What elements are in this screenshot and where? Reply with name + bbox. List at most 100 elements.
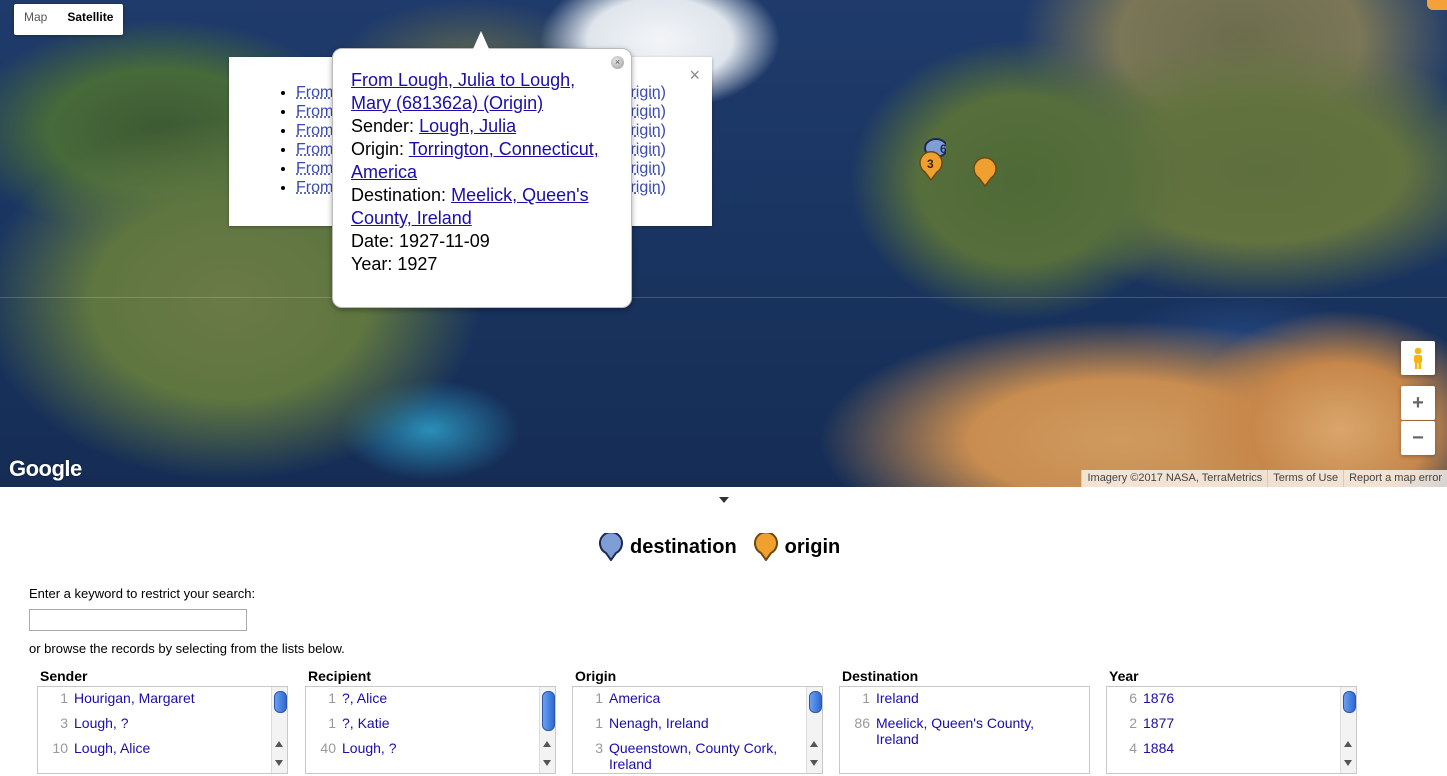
facet-sender: Sender 1 Hourigan, Margaret 3 Lough, ? 10 L… [37,668,288,774]
record-detail-popup: × From Lough, Julia to Lough, Mary (6813… [332,31,632,308]
scroll-down-icon[interactable] [275,760,283,766]
facet-item[interactable]: 1 ?, Katie [306,712,555,737]
scroll-up-icon[interactable] [275,741,283,747]
facet-count: 6 [1129,690,1137,706]
facet-origin: Origin 1 America 1 Nenagh, Ireland 3 Queens… [572,668,823,774]
list-item-link-tail[interactable]: rigin) [630,102,666,121]
facet-item[interactable]: 1 Ireland [840,687,1089,712]
list-item-link-tail[interactable]: rigin) [630,159,666,178]
close-icon[interactable]: × [611,56,624,69]
facet-value[interactable]: Queenstown, County Cork, Ireland [609,740,799,772]
facet-count: 1 [60,690,68,706]
list-item-link[interactable]: From [296,102,333,121]
zoom-out-button[interactable]: − [1401,421,1435,455]
terms-of-use-link[interactable]: Terms of Use [1267,470,1344,487]
facet-value[interactable]: Nenagh, Ireland [609,715,709,731]
facet-item[interactable]: 6 1876 [1107,687,1356,712]
list-item-link-tail[interactable]: rigin) [630,121,666,140]
search-prompt: Enter a keyword to restrict your search: [29,586,256,601]
legend-destination: destination [598,533,737,561]
list-item-link[interactable]: From [296,140,333,159]
scrollbar-thumb[interactable] [274,691,287,713]
facet-value[interactable]: ?, Katie [342,715,389,731]
scroll-down-icon[interactable] [1344,760,1352,766]
pegman-icon [1414,347,1422,369]
facet-item[interactable]: 3 Lough, ? [38,712,287,737]
facet-value[interactable]: Hourigan, Margaret [74,690,195,706]
facet-value[interactable]: Lough, ? [74,715,129,731]
scroll-up-icon[interactable] [543,741,551,747]
facet-value[interactable]: 1884 [1143,740,1174,756]
scroll-down-icon[interactable] [810,760,818,766]
close-icon[interactable]: × [689,65,700,86]
list-item-link[interactable]: From [296,178,333,197]
list-item-link[interactable]: From [296,83,333,102]
facet-count: 3 [60,715,68,731]
report-map-error-link[interactable]: Report a map error [1343,470,1447,487]
list-item-link[interactable]: From [296,121,333,140]
zoom-in-button[interactable]: + [1401,386,1435,420]
facet-value[interactable]: Lough, Alice [74,740,150,756]
facet-item[interactable]: 4 1884 [1107,737,1356,762]
legend-destination-label: destination [630,535,737,558]
facet-count: 10 [52,740,68,756]
facet-count: 3 [595,740,603,756]
list-item-link-tail[interactable]: rigin) [630,140,666,159]
scrollbar-thumb[interactable] [542,691,555,731]
map-type-control: Map Satellite [14,4,124,35]
scrollbar[interactable] [271,687,287,773]
facet-value[interactable]: Meelick, Queen's County, Ireland [876,715,1056,747]
facet-item[interactable]: 1 ?, Alice [306,687,555,712]
facet-item[interactable]: 10 Lough, Alice [38,737,287,762]
scroll-up-icon[interactable] [810,741,818,747]
sender-link[interactable]: Lough, Julia [419,116,516,136]
scrollbar[interactable] [539,687,555,773]
facet-item[interactable]: 1 Hourigan, Margaret [38,687,287,712]
collapse-map-arrow-icon[interactable] [719,497,729,503]
facet-item[interactable]: 2 1877 [1107,712,1356,737]
map-type-map-button[interactable]: Map [14,4,57,35]
facet-item[interactable]: 3 Queenstown, County Cork, Ireland [573,737,822,773]
facet-list[interactable]: 1 America 1 Nenagh, Ireland 3 Queenstown, C… [572,686,823,774]
map-type-satellite-button[interactable]: Satellite [57,4,123,35]
facet-item[interactable]: 86 Meelick, Queen's County, Ireland [840,712,1089,753]
map-legend: destination origin [598,533,856,561]
facet-header: Recipient [308,668,372,684]
facet-list[interactable]: 6 1876 2 1877 4 1884 [1106,686,1357,774]
imagery-credit: Imagery ©2017 NASA, TerraMetrics [1081,470,1268,487]
list-item-link[interactable]: From [296,159,333,178]
scrollbar[interactable] [806,687,822,773]
browse-instructions: or browse the records by selecting from … [29,641,345,656]
facet-list[interactable]: 1 ?, Alice 1 ?, Katie 40 Lough, ? [305,686,556,774]
facet-value[interactable]: 1877 [1143,715,1174,731]
facet-value[interactable]: ?, Alice [342,690,387,706]
facet-list[interactable]: 1 Hourigan, Margaret 3 Lough, ? 10 Lough, A… [37,686,288,774]
facet-item[interactable]: 40 Lough, ? [306,737,555,762]
facet-list[interactable]: 1 Ireland 86 Meelick, Queen's County, Irel… [839,686,1090,774]
facet-count: 2 [1129,715,1137,731]
scrollbar-thumb[interactable] [809,691,822,713]
google-logo: Google [9,456,82,481]
facet-value[interactable]: 1876 [1143,690,1174,706]
origin-marker[interactable] [971,156,999,188]
scroll-up-icon[interactable] [1344,741,1352,747]
feedback-corner-icon[interactable] [1427,0,1447,10]
facet-item[interactable]: 1 America [573,687,822,712]
date-value: 1927-11-09 [399,231,490,251]
scroll-down-icon[interactable] [543,760,551,766]
list-item-link-tail[interactable]: rigin) [630,83,666,102]
facet-value[interactable]: Ireland [876,690,919,706]
scrollbar-thumb[interactable] [1343,691,1356,713]
origin-label: Origin: [351,139,405,159]
street-view-pegman-icon[interactable] [1401,341,1435,375]
record-title-link[interactable]: From Lough, Julia to Lough, Mary (681362… [351,70,575,113]
keyword-search-input[interactable] [29,609,247,631]
origin-cluster-marker[interactable]: 3 [917,150,945,182]
facet-value[interactable]: Lough, ? [342,740,397,756]
scrollbar[interactable] [1340,687,1356,773]
map-gridline [0,297,1447,298]
map-view[interactable]: Map Satellite 6 3 × Fromrigin) Fromrigin… [0,0,1447,487]
facet-item[interactable]: 1 Nenagh, Ireland [573,712,822,737]
list-item-link-tail[interactable]: rigin) [630,178,666,197]
facet-value[interactable]: America [609,690,660,706]
